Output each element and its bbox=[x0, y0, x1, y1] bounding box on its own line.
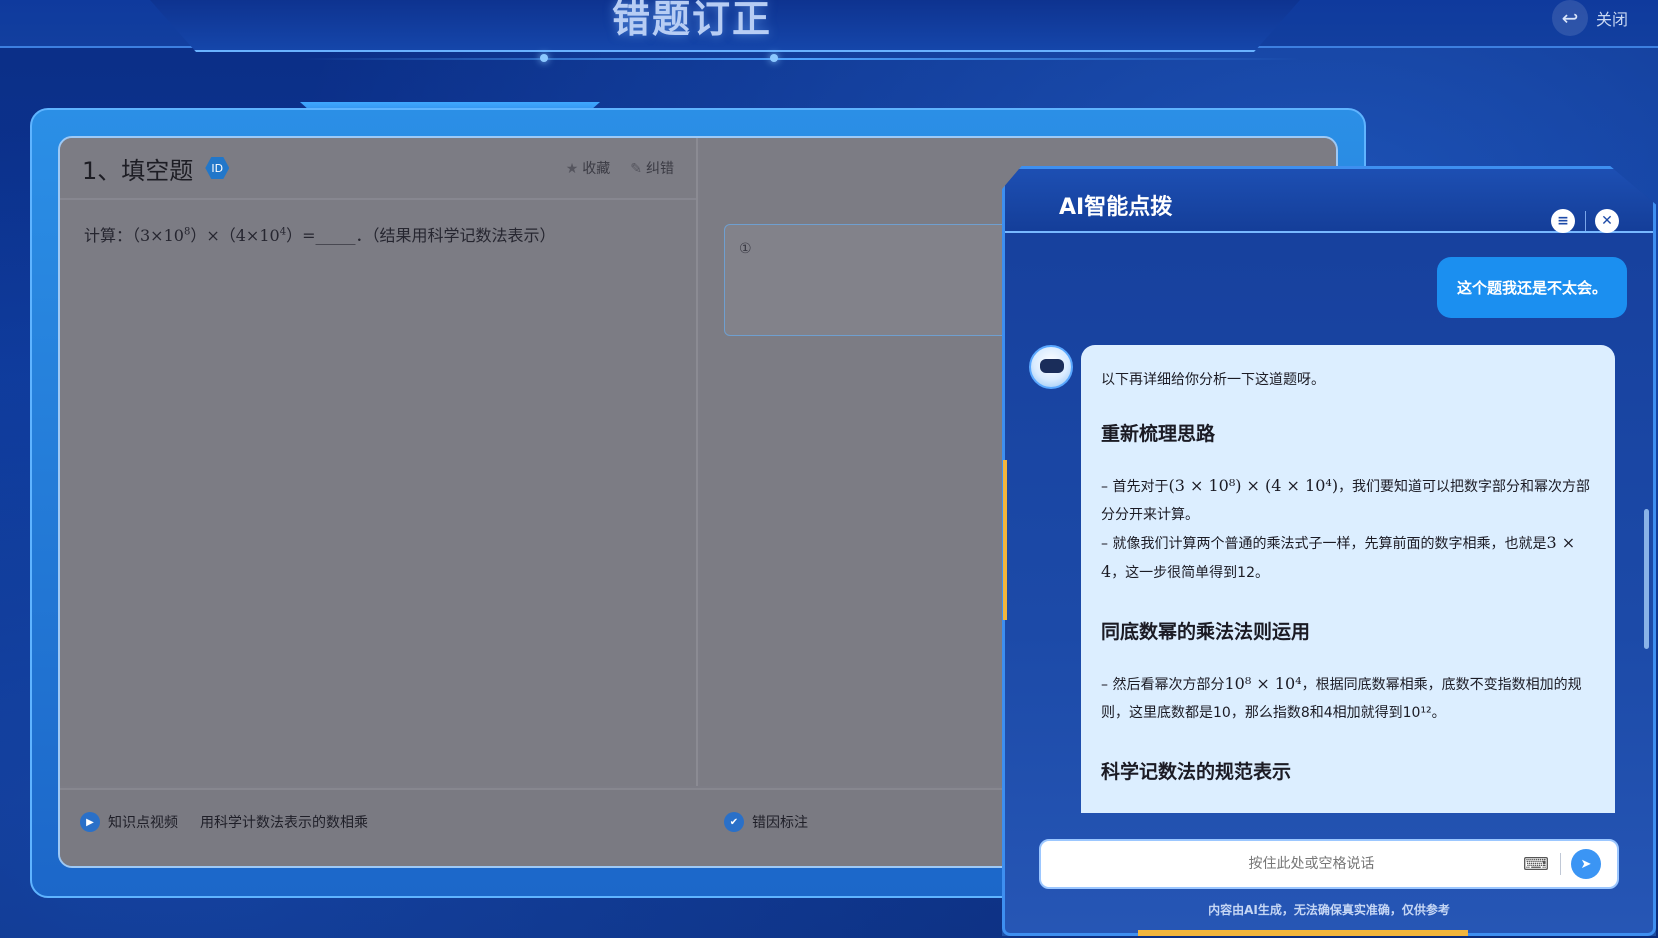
star-icon: ★ bbox=[565, 161, 579, 177]
question-actions: ★ 收藏 ✎ 纠错 bbox=[566, 158, 674, 178]
ai-text: – 就像我们计算两个普通的乘法式子一样，先算前面的数字相乘，也就是 bbox=[1101, 536, 1547, 552]
error-tag-label: 错因标注 bbox=[752, 815, 808, 831]
page-title: 错题订正 bbox=[612, 0, 773, 41]
video-topic[interactable]: 用科学计数法表示的数相乘 bbox=[200, 812, 368, 832]
voice-input-bar[interactable]: ⌨ ➤ bbox=[1039, 839, 1619, 889]
decor-dot bbox=[540, 54, 548, 62]
ai-math: (3 × 10⁸) × (4 × 10⁴) bbox=[1168, 476, 1339, 495]
menu-icon[interactable]: ≡ bbox=[1551, 209, 1575, 233]
ai-intro: 以下再详细给你分析一下这道题呀。 bbox=[1101, 372, 1325, 388]
close-label: 关闭 bbox=[1595, 10, 1628, 29]
tag-icon: ✔ bbox=[724, 812, 744, 832]
ai-math: 10⁸ × 10⁴ bbox=[1224, 674, 1302, 693]
report-error-button[interactable]: ✎ 纠错 bbox=[630, 158, 674, 178]
ai-paragraph: – 然后看幂次方部分10⁸ × 10⁴，根据同底数幂相乘，底数不变指数相加的规则… bbox=[1101, 670, 1595, 727]
ai-paragraph: – 首先对于(3 × 10⁸) × (4 × 10⁴)，我们要知道可以把数字部分… bbox=[1101, 472, 1595, 529]
favorite-label: 收藏 bbox=[582, 161, 611, 177]
ai-text: – 然后看幂次方部分 bbox=[1101, 677, 1225, 693]
error-tag-button[interactable]: ✔ 错因标注 bbox=[724, 812, 808, 832]
ai-heading: 重新梳理思路 bbox=[1101, 423, 1216, 445]
play-icon: ▶ bbox=[80, 812, 100, 832]
close-button[interactable]: ↩ 关闭 bbox=[1551, 0, 1628, 36]
question-header: 1、填空题 ID ★ 收藏 ✎ 纠错 bbox=[60, 138, 696, 200]
ai-heading: 同底数幂的乘法法则运用 bbox=[1101, 621, 1311, 643]
decor-dot bbox=[770, 54, 778, 62]
edit-icon: ✎ bbox=[630, 161, 642, 177]
ai-panel-title: AI智能点拨 bbox=[1059, 195, 1173, 220]
favorite-button[interactable]: ★ 收藏 bbox=[566, 158, 611, 178]
video-label: 知识点视频 bbox=[108, 815, 178, 831]
robot-avatar-icon bbox=[1029, 345, 1073, 389]
header-glow-line bbox=[300, 58, 1300, 60]
question-text: 计算：（3×108）×（4×104）=_____．（结果用科学记数法表示） bbox=[60, 200, 696, 268]
user-message: 这个题我还是不太会。 bbox=[1436, 257, 1627, 318]
back-arrow-icon: ↩ bbox=[1551, 0, 1588, 36]
send-icon[interactable]: ➤ bbox=[1571, 849, 1601, 879]
ai-heading: 科学记数法的规范表示 bbox=[1101, 761, 1292, 783]
q-text-part: ）=_____．（结果用科学记数法表示） bbox=[286, 226, 556, 245]
voice-input[interactable] bbox=[1041, 841, 1522, 887]
ai-paragraph: – 就像我们计算两个普通的乘法式子一样，先算前面的数字相乘，也就是3 × 4，这… bbox=[1101, 529, 1595, 587]
accent-bottom-decor bbox=[1138, 930, 1468, 936]
chat-scrollbar[interactable] bbox=[1644, 509, 1649, 649]
ai-response: 以下再详细给你分析一下这道题呀。 重新梳理思路 – 首先对于(3 × 10⁸) … bbox=[1081, 345, 1615, 813]
ai-panel-header: AI智能点拨 ≡ ✕ bbox=[1005, 169, 1653, 233]
q-text-part: ）×（4×10 bbox=[190, 226, 280, 245]
ai-disclaimer: 内容由AI生成，无法确保真实准确，仅供参考 bbox=[1208, 903, 1450, 917]
report-label: 纠错 bbox=[646, 161, 674, 177]
input-divider bbox=[1560, 853, 1561, 875]
ai-text: – 首先对于 bbox=[1101, 479, 1169, 495]
ai-panel: AI智能点拨 ≡ ✕ 这个题我还是不太会。 以下再详细给你分析一下这道题呀。 重… bbox=[1002, 166, 1656, 936]
q-text-part: 计算：（3×10 bbox=[84, 226, 184, 245]
header-divider bbox=[1585, 211, 1586, 231]
ai-text: ，这一步很简单得到12。 bbox=[1111, 565, 1270, 581]
answer-number: ① bbox=[739, 241, 752, 257]
question-pane: 1、填空题 ID ★ 收藏 ✎ 纠错 计算：（3×108）×（4×104）=____… bbox=[60, 138, 698, 786]
keyboard-icon[interactable]: ⌨ bbox=[1522, 850, 1550, 878]
knowledge-video-link[interactable]: ▶ 知识点视频 用科学计数法表示的数相乘 bbox=[80, 812, 368, 832]
id-badge[interactable]: ID bbox=[205, 157, 230, 179]
close-icon[interactable]: ✕ bbox=[1595, 209, 1619, 233]
question-title: 1、填空题 bbox=[82, 156, 194, 185]
accent-side-decor bbox=[1003, 460, 1007, 620]
